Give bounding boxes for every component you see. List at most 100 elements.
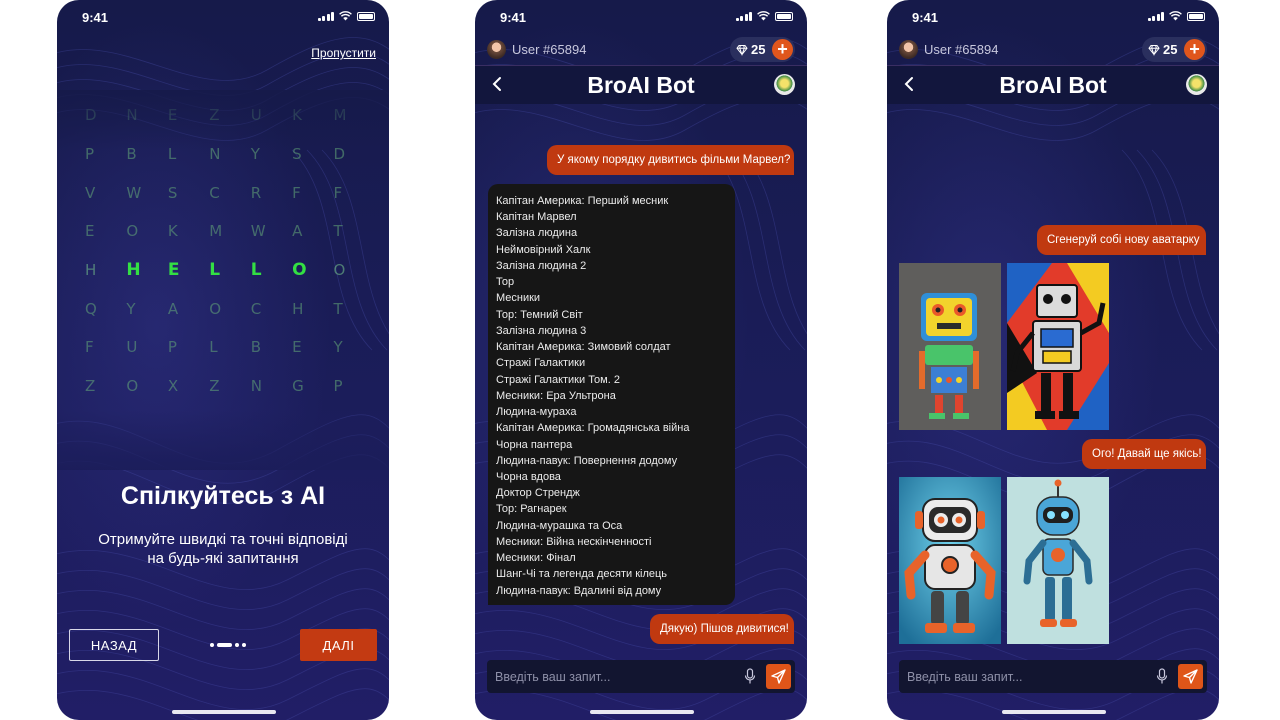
grid-row: ZOXZNGP: [85, 367, 375, 406]
grid-row: QYAOCHT: [85, 289, 375, 328]
grid-letter: H: [292, 299, 304, 318]
onboarding-subtitle: Отримуйте швидкі та точні відповіді на б…: [98, 531, 348, 567]
grid-letter: T: [333, 299, 343, 318]
robot-image: [1007, 477, 1109, 644]
answer-line: Тор: Рагнарек: [496, 503, 567, 516]
bot-avatar[interactable]: [774, 74, 795, 95]
grid-letter: X: [167, 377, 179, 396]
grid-letter: Y: [333, 338, 343, 357]
answer-line: Месники: [496, 292, 541, 305]
grid-letter: B: [250, 338, 261, 357]
battery-icon: [775, 11, 793, 21]
microphone-icon[interactable]: [1156, 668, 1168, 685]
answer-line: Месники: Війна нескінченності: [496, 535, 652, 548]
chat-screen-images: 9:41 User #65894 25 + BroAI Bot Сгенеруй…: [887, 0, 1219, 720]
wifi-icon: [757, 11, 770, 21]
answer-line: Людина-мураха: [496, 406, 577, 419]
robot-image: [899, 263, 1001, 430]
answer-line: Людина-павук: Вдалині від дому: [496, 584, 662, 597]
grid-row: FUPLBEY: [85, 328, 375, 367]
page-indicator: [210, 643, 246, 647]
signal-icon: [317, 11, 334, 21]
user-avatar[interactable]: [899, 40, 918, 59]
grid-letter: L: [209, 260, 221, 281]
status-bar: 9:41: [475, 0, 807, 34]
grid-letter: E: [167, 260, 180, 281]
send-button[interactable]: [766, 664, 791, 689]
grid-letter: O: [292, 260, 307, 281]
robot-image: [1007, 263, 1109, 430]
add-gems-button[interactable]: +: [1184, 39, 1205, 60]
send-icon: [771, 669, 786, 684]
home-indicator: [1002, 710, 1106, 714]
message-input[interactable]: [495, 667, 735, 687]
grid-letter: H: [85, 261, 97, 280]
answer-line: Месники: Ера Ультрона: [496, 389, 616, 402]
gem-count: 25: [751, 42, 766, 57]
user-avatar[interactable]: [487, 40, 506, 59]
onboarding-screen: 9:41 Пропустити DNEZUKMPBLNYSDVWSCRFFEOK…: [57, 0, 389, 720]
skip-link[interactable]: Пропустити: [311, 46, 376, 60]
gem-count: 25: [1163, 42, 1178, 57]
send-button[interactable]: [1178, 664, 1203, 689]
bot-message: Капітан Америка: Перший месник Капітан Ма…: [488, 184, 735, 605]
home-indicator: [172, 710, 276, 714]
generated-image[interactable]: [899, 477, 1001, 644]
diamond-icon: [1148, 44, 1160, 56]
send-icon: [1183, 669, 1198, 684]
gem-balance[interactable]: 25 +: [1142, 37, 1207, 62]
status-bar: 9:41: [887, 0, 1219, 34]
status-icons: [1147, 11, 1205, 21]
wifi-icon: [1169, 11, 1182, 21]
page-dot: [210, 643, 214, 647]
user-name: User #65894: [512, 42, 587, 57]
message-input[interactable]: [907, 667, 1147, 687]
status-time: 9:41: [500, 10, 527, 25]
grid-letter: E: [292, 338, 302, 357]
grid-letter: S: [167, 183, 178, 202]
grid-letter: A: [167, 299, 179, 318]
grid-fade-bottom: [57, 410, 389, 470]
grid-letter: O: [126, 222, 139, 241]
generated-image[interactable]: [899, 263, 1001, 430]
answer-line: Людина-павук: Повернення додому: [496, 454, 678, 467]
grid-letter: G: [292, 377, 304, 396]
grid-letter: O: [126, 377, 139, 396]
chat-screen-text: 9:41 User #65894 25 + BroAI Bot У якому …: [475, 0, 807, 720]
battery-icon: [357, 11, 375, 21]
gem-balance[interactable]: 25 +: [730, 37, 795, 62]
signal-icon: [735, 11, 752, 21]
answer-line: Тор: Темний Світ: [496, 308, 583, 321]
message-input-bar: [487, 660, 795, 693]
generated-image[interactable]: [1007, 477, 1109, 644]
grid-letter: O: [209, 299, 222, 318]
back-button[interactable]: НАЗАД: [69, 629, 159, 661]
next-button[interactable]: ДАЛІ: [300, 629, 377, 661]
user-message: Сгенеруй собі нову аватарку: [1037, 225, 1206, 255]
grid-letter: Y: [126, 299, 136, 318]
answer-line: Залізна людина 3: [496, 324, 587, 337]
grid-letter: P: [333, 377, 343, 396]
grid-letter: P: [167, 338, 177, 357]
generated-image[interactable]: [1007, 263, 1109, 430]
microphone-icon[interactable]: [744, 668, 756, 685]
grid-letter: M: [209, 222, 223, 241]
bot-avatar[interactable]: [1186, 74, 1207, 95]
grid-fade-top: [57, 90, 389, 150]
add-gems-button[interactable]: +: [772, 39, 793, 60]
answer-line: Залізна людина: [496, 227, 578, 240]
grid-letter: C: [209, 183, 220, 202]
status-time: 9:41: [82, 10, 109, 25]
answer-line: Месники: Фінал: [496, 552, 576, 565]
status-time: 9:41: [912, 10, 939, 25]
bot-title: BroAI Bot: [587, 72, 695, 98]
grid-letter: F: [333, 183, 343, 202]
answer-line: Стражі Галактики: [496, 357, 586, 370]
page-dot: [235, 643, 239, 647]
grid-letter: H: [126, 260, 141, 281]
grid-letter: F: [85, 338, 94, 357]
chat-header: BroAI Bot: [887, 66, 1219, 104]
grid-letter: O: [333, 261, 346, 280]
grid-letter: L: [209, 338, 218, 357]
answer-line: Стражі Галактики Том. 2: [496, 373, 620, 386]
